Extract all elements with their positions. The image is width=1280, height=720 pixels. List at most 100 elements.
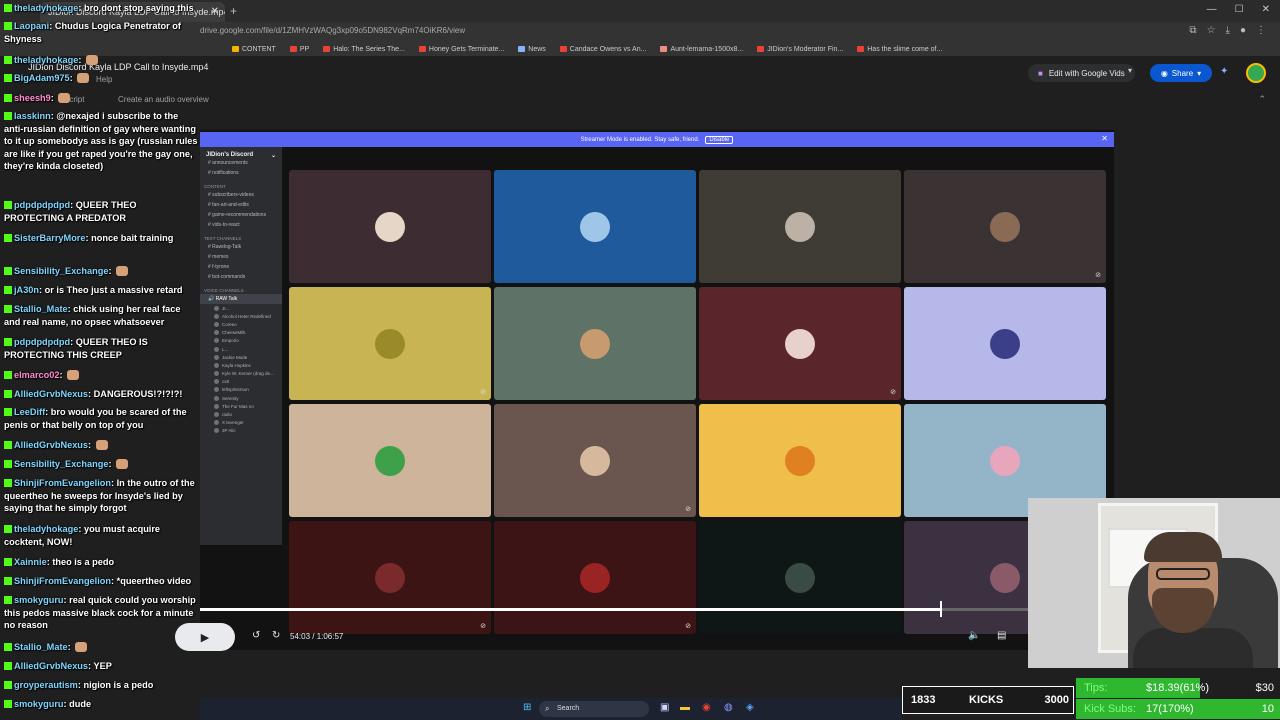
voice-user[interactable]: Alcohol Heter Redefined: [200, 312, 282, 320]
voice-user[interactable]: JI...: [200, 304, 282, 312]
chat-message: Sensibility_Exchange:: [4, 265, 198, 278]
participant-tile[interactable]: ⊘: [289, 287, 491, 400]
text-channel[interactable]: # Rawdog-Talk: [200, 242, 282, 252]
participant-tile[interactable]: [699, 404, 901, 517]
channel-category[interactable]: CONTENT: [200, 178, 282, 190]
text-channel[interactable]: # announcements: [200, 158, 282, 168]
participant-tile[interactable]: ⊘: [904, 170, 1106, 283]
edit-with-vids-button[interactable]: ■ Edit with Google Vids: [1028, 64, 1135, 82]
voice-user[interactable]: Kyle W. Kerner (drag de...: [200, 370, 282, 378]
user-avatar: [214, 403, 219, 409]
user-avatar: [214, 387, 219, 393]
participant-tile[interactable]: [494, 170, 696, 283]
kicks-goal: 3000: [1044, 694, 1069, 706]
voice-user[interactable]: 3P Alic: [200, 427, 282, 435]
chrome-icon[interactable]: ◉: [702, 702, 711, 713]
voice-user[interactable]: leftsprite2son: [200, 386, 282, 394]
close-banner-icon[interactable]: ✕: [1101, 134, 1108, 143]
account-avatar[interactable]: [1246, 63, 1266, 83]
voice-user[interactable]: L...: [200, 345, 282, 353]
gemini-icon[interactable]: ✦: [1220, 66, 1228, 77]
minimize-icon[interactable]: —: [1207, 4, 1217, 15]
text-channel[interactable]: # vids-to-react: [200, 220, 282, 230]
disable-streamer-button[interactable]: Disable: [705, 135, 734, 144]
menu-icon[interactable]: ⋮: [1256, 25, 1266, 36]
video-call-grid: ⊘ ⊘ ⊘ ⊘ ⊘ ⊘: [289, 170, 1109, 650]
voice-user[interactable]: The Fur Mas no: [200, 402, 282, 410]
bookmark-item[interactable]: Candace Owens vs An...: [559, 46, 646, 53]
voice-user[interactable]: cx8: [200, 378, 282, 386]
text-channel[interactable]: # notifications: [200, 168, 282, 178]
participant-tile[interactable]: [289, 404, 491, 517]
new-tab-button[interactable]: +: [230, 4, 237, 18]
server-name[interactable]: JIDion's Discord ⌄: [200, 147, 282, 159]
task-view-icon[interactable]: ▣: [660, 702, 669, 713]
voice-user[interactable]: radio: [200, 410, 282, 418]
rewind-10-icon[interactable]: ↺: [252, 630, 260, 641]
download-icon[interactable]: ⤓: [1226, 25, 1230, 36]
bookmark-item[interactable]: Aunt-lemama-1500x8...: [660, 46, 743, 53]
bookmark-item[interactable]: Has the slime come of...: [857, 46, 942, 53]
maximize-icon[interactable]: ☐: [1235, 4, 1244, 15]
participant-tile[interactable]: ⊘: [699, 287, 901, 400]
open-with-dropdown-icon[interactable]: ▾: [1128, 66, 1132, 75]
participant-tile[interactable]: [699, 521, 901, 634]
discord-icon[interactable]: ◍: [724, 702, 733, 713]
channel-category[interactable]: VOICE CHANNELS: [200, 282, 282, 294]
voice-user[interactable]: X tevenger: [200, 419, 282, 427]
participant-tile[interactable]: [904, 287, 1106, 400]
bookmark-item[interactable]: News: [518, 46, 546, 53]
bookmark-item[interactable]: Honey Gets Terminate...: [418, 46, 504, 53]
chat-username: Sensibility_Exchange: [14, 266, 109, 276]
chat-message: Stallio_Mate: chick using her real face …: [4, 304, 181, 327]
chat-message: ShinjiFromEvangelion: *queertheo video: [4, 575, 198, 588]
voice-user[interactable]: CheeseMilk: [200, 329, 282, 337]
share-button[interactable]: ◉ Share ▾: [1150, 64, 1212, 82]
stream-chat-overlay: theladyhokage: bro dont stop saying this…: [0, 0, 200, 720]
taskbar-search[interactable]: ⌕ Search: [539, 701, 649, 717]
voice-user[interactable]: Jackie Mode: [200, 353, 282, 361]
kick-badge-icon: [4, 681, 12, 689]
url-text[interactable]: drive.google.com/file/d/1ZMHVzWAQg3xp09o…: [200, 26, 465, 35]
voice-user[interactable]: Serenity: [200, 394, 282, 402]
bookmark-star-icon[interactable]: ☆: [1207, 25, 1216, 36]
participant-tile[interactable]: ⊘: [494, 521, 696, 634]
install-icon[interactable]: ⧉: [1189, 25, 1196, 36]
kick-badge-icon: [4, 4, 12, 12]
video-frame[interactable]: Streamer Mode is enabled. Stay safe, fri…: [200, 130, 1114, 650]
forward-10-icon[interactable]: ↻: [272, 630, 280, 641]
voice-user[interactable]: Coreeo: [200, 320, 282, 328]
profile-icon[interactable]: ●: [1240, 25, 1246, 36]
chat-username: SisterBarryMore: [14, 233, 86, 243]
app-icon[interactable]: ◈: [746, 702, 754, 713]
voice-user[interactable]: Emporio: [200, 337, 282, 345]
participant-tile[interactable]: [699, 170, 901, 283]
participant-tile[interactable]: ⊘: [289, 521, 491, 634]
close-tab-icon[interactable]: ✕: [211, 6, 219, 17]
bookmark-item[interactable]: PP: [289, 46, 309, 53]
text-channel[interactable]: # memes: [200, 252, 282, 262]
participant-tile[interactable]: [289, 170, 491, 283]
bookmark-item[interactable]: Halo: The Series The...: [323, 46, 405, 53]
volume-icon[interactable]: 🔈: [968, 630, 980, 641]
text-channel[interactable]: # f-tyrone: [200, 262, 282, 272]
text-channel[interactable]: # bot-commands: [200, 272, 282, 282]
participant-tile[interactable]: [494, 287, 696, 400]
kick-badge-icon: [4, 390, 12, 398]
collapse-icon[interactable]: ⌃: [1258, 94, 1266, 105]
captions-icon[interactable]: ▤: [997, 630, 1006, 641]
text-channel[interactable]: # fan-art-and-edits: [200, 200, 282, 210]
file-explorer-icon[interactable]: ▬: [680, 702, 690, 713]
start-icon[interactable]: ⊞: [523, 702, 531, 713]
bookmark-item[interactable]: CONTENT: [232, 46, 276, 53]
voice-user[interactable]: Kayla Hopkins: [200, 361, 282, 369]
seek-bar[interactable]: [200, 601, 1114, 617]
participant-tile[interactable]: ⊘: [494, 404, 696, 517]
text-channel[interactable]: # subscribers-videos: [200, 190, 282, 200]
bookmark-item[interactable]: JIDion's Moderator Fin...: [757, 46, 843, 53]
voice-channel[interactable]: 🔊 RAW Talk: [200, 294, 282, 304]
seek-handle[interactable]: [940, 601, 943, 617]
close-window-icon[interactable]: ✕: [1262, 4, 1270, 15]
text-channel[interactable]: # game-recommendations: [200, 210, 282, 220]
channel-category[interactable]: TEXT CHANNELS: [200, 230, 282, 242]
